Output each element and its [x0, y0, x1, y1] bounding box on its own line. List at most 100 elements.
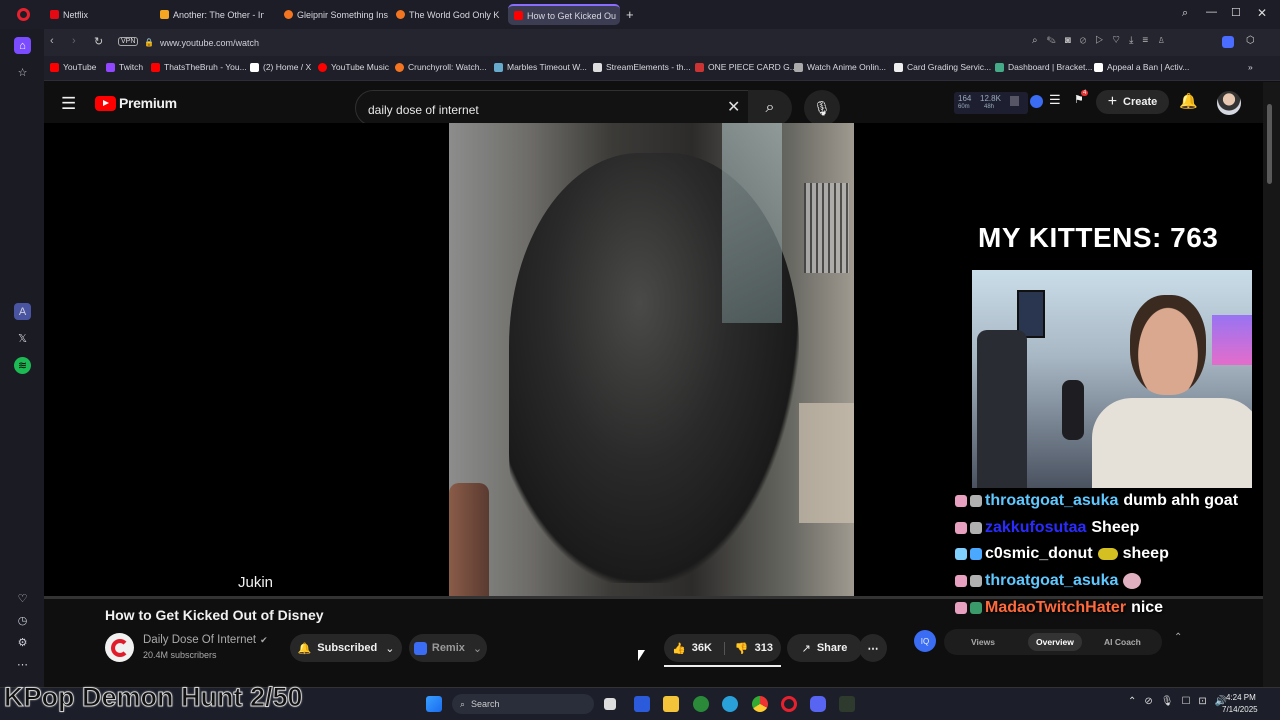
- bell-icon: 🔔: [297, 642, 312, 655]
- thumbs-down-icon: 👎: [734, 642, 749, 655]
- bookmark-twitch[interactable]: Twitch: [106, 62, 143, 72]
- tab-ai-coach[interactable]: AI Coach: [1104, 637, 1141, 647]
- settings-icon[interactable]: ⚙: [14, 634, 31, 651]
- list-icon[interactable]: ☰: [1049, 92, 1061, 108]
- bookmark-one-piece[interactable]: ONE PIECE CARD G...: [695, 62, 797, 72]
- plus-icon: +: [1107, 93, 1118, 110]
- bookmark-star-icon[interactable]: ☆: [14, 64, 31, 81]
- share-button[interactable]: ↗ Share: [787, 634, 862, 662]
- tray-icons[interactable]: ⌃⊘🎙☐⊡🔊: [1128, 696, 1235, 707]
- youtube-icon: [514, 11, 523, 20]
- reload-icon[interactable]: ↻: [94, 35, 103, 48]
- chrome-icon[interactable]: [752, 696, 768, 712]
- bookmark-marbles[interactable]: Marbles Timeout W...: [494, 62, 587, 72]
- create-button[interactable]: + Create: [1096, 90, 1169, 114]
- new-tab-icon[interactable]: +: [626, 7, 634, 22]
- channel-name[interactable]: Daily Dose Of Internet ✔: [143, 634, 268, 646]
- tab-netflix[interactable]: Netflix: [44, 4, 148, 25]
- remix-button[interactable]: Remix ⌄: [409, 634, 487, 662]
- lock-icon: 🔒: [144, 38, 154, 47]
- youtube-play-icon: [95, 95, 116, 111]
- like-button[interactable]: 👍 36K: [672, 641, 725, 655]
- home-icon[interactable]: ⌂: [14, 37, 31, 54]
- search-icon: ⌕: [460, 698, 466, 709]
- search-tabs-icon[interactable]: ⌕: [1182, 7, 1188, 20]
- bookmarks-more-icon[interactable]: »: [1248, 62, 1253, 72]
- taskbar-search[interactable]: ⌕ Search: [452, 694, 594, 714]
- windows-start-icon[interactable]: [426, 696, 442, 712]
- history-icon[interactable]: ◷: [14, 612, 31, 629]
- extension-icon[interactable]: [1222, 36, 1234, 48]
- notifications-bell-icon[interactable]: 🔔: [1179, 92, 1198, 110]
- terminal-icon[interactable]: [839, 696, 855, 712]
- bookmark-youtube[interactable]: YouTube: [50, 62, 96, 72]
- xbox-icon[interactable]: [693, 696, 709, 712]
- tab-views[interactable]: Views: [971, 637, 995, 647]
- bookmark-watch-anime[interactable]: Watch Anime Onlin...: [794, 62, 886, 72]
- clear-search-icon[interactable]: ✕: [727, 97, 740, 117]
- tab-youtube-active[interactable]: How to Get Kicked Ou: [508, 4, 620, 25]
- bookmark-thatsthebruh[interactable]: ThatsTheBruh - You...: [151, 62, 247, 72]
- bookmark-card-grading[interactable]: Card Grading Servic...: [894, 62, 991, 72]
- forward-icon[interactable]: ›: [72, 35, 76, 47]
- address-toolbar-icons[interactable]: ⌕✎◙⊘▷♡⤓≡♙: [1032, 35, 1174, 46]
- tab-another[interactable]: Another: The Other - Inga: [154, 4, 264, 25]
- stats-widget[interactable]: 164 60m 12.8K 48h: [954, 92, 1028, 114]
- youtube-icon: [151, 62, 160, 72]
- tab-gleipnir[interactable]: Gleipnir Something Inside: [278, 4, 388, 25]
- more-icon[interactable]: ⋯: [14, 656, 31, 673]
- spotify-icon[interactable]: ≋: [14, 357, 31, 374]
- minimize-icon[interactable]: —: [1206, 6, 1217, 18]
- page-scrollbar[interactable]: [1263, 82, 1280, 687]
- discord-icon[interactable]: [810, 696, 826, 712]
- file-explorer-icon[interactable]: [663, 696, 679, 712]
- x-twitter-icon: [250, 62, 259, 72]
- streamer-body: [1092, 398, 1252, 488]
- bookmark-bracket[interactable]: Dashboard | Bracket...: [995, 62, 1092, 72]
- menu-icon[interactable]: ☰: [61, 94, 76, 114]
- vidiq-logo-icon[interactable]: IQ: [914, 630, 936, 652]
- bookmark-youtube-music[interactable]: YouTube Music: [318, 62, 389, 72]
- dislike-button[interactable]: 👎 313: [725, 642, 773, 655]
- vidiq-icon[interactable]: [1030, 95, 1043, 108]
- chat-message: throatgoat_asuka dumb ahh goat: [955, 492, 1238, 510]
- back-icon[interactable]: ‹: [50, 35, 54, 47]
- bookmark-streamelements[interactable]: StreamElements - th...: [593, 62, 691, 72]
- x-twitter-icon[interactable]: 𝕏: [14, 330, 31, 347]
- close-icon[interactable]: ✕: [1257, 6, 1267, 20]
- badge-icon: [955, 495, 967, 507]
- browser-sidebar: ⌂ ☆ A 𝕏 ≋ ♡ ◷ ⚙ ⋯: [0, 29, 44, 687]
- marbles-icon: [494, 62, 503, 72]
- channel-avatar[interactable]: [105, 633, 134, 662]
- mouse-cursor-icon: [638, 650, 645, 661]
- more-actions-button[interactable]: ⋯: [859, 634, 887, 662]
- tab-overview[interactable]: Overview: [1028, 633, 1082, 651]
- v-app-icon[interactable]: [634, 696, 650, 712]
- voice-search-button[interactable]: 🎙: [804, 90, 840, 126]
- subscribed-button[interactable]: 🔔 Subscribed ⌄: [290, 634, 402, 662]
- avatar[interactable]: [1217, 91, 1241, 115]
- maximize-icon[interactable]: ☐: [1231, 6, 1241, 19]
- bookmark-crunchyroll[interactable]: Crunchyroll: Watch...: [395, 62, 487, 72]
- badge-icon: [955, 575, 967, 587]
- emote-icon: [1097, 548, 1118, 560]
- tab-favicon: [160, 10, 169, 19]
- bookmark-activision[interactable]: Appeal a Ban | Activ...: [1094, 62, 1189, 72]
- edge-icon[interactable]: [722, 696, 738, 712]
- heart-icon[interactable]: ♡: [14, 590, 31, 607]
- wallet-icon[interactable]: ⬡: [1246, 35, 1255, 46]
- youtube-logo[interactable]: Premium: [95, 95, 177, 111]
- aria-icon[interactable]: A: [14, 303, 31, 320]
- bookmark-x-home[interactable]: (2) Home / X: [250, 62, 311, 72]
- task-view-icon[interactable]: [604, 698, 616, 710]
- search-input[interactable]: daily dose of internet: [355, 90, 749, 126]
- collapse-icon[interactable]: ⌃: [1174, 632, 1182, 643]
- clock-date[interactable]: 7/14/2025: [1222, 705, 1258, 714]
- vpn-badge[interactable]: VPN: [118, 37, 139, 46]
- video-frame[interactable]: [449, 123, 854, 597]
- search-button[interactable]: ⌕: [748, 90, 792, 126]
- clock-time[interactable]: 4:24 PM: [1226, 693, 1256, 702]
- opera-logo-icon[interactable]: [17, 8, 30, 21]
- tab-world-god[interactable]: The World God Only Know: [390, 4, 500, 25]
- opera-icon[interactable]: [781, 696, 797, 712]
